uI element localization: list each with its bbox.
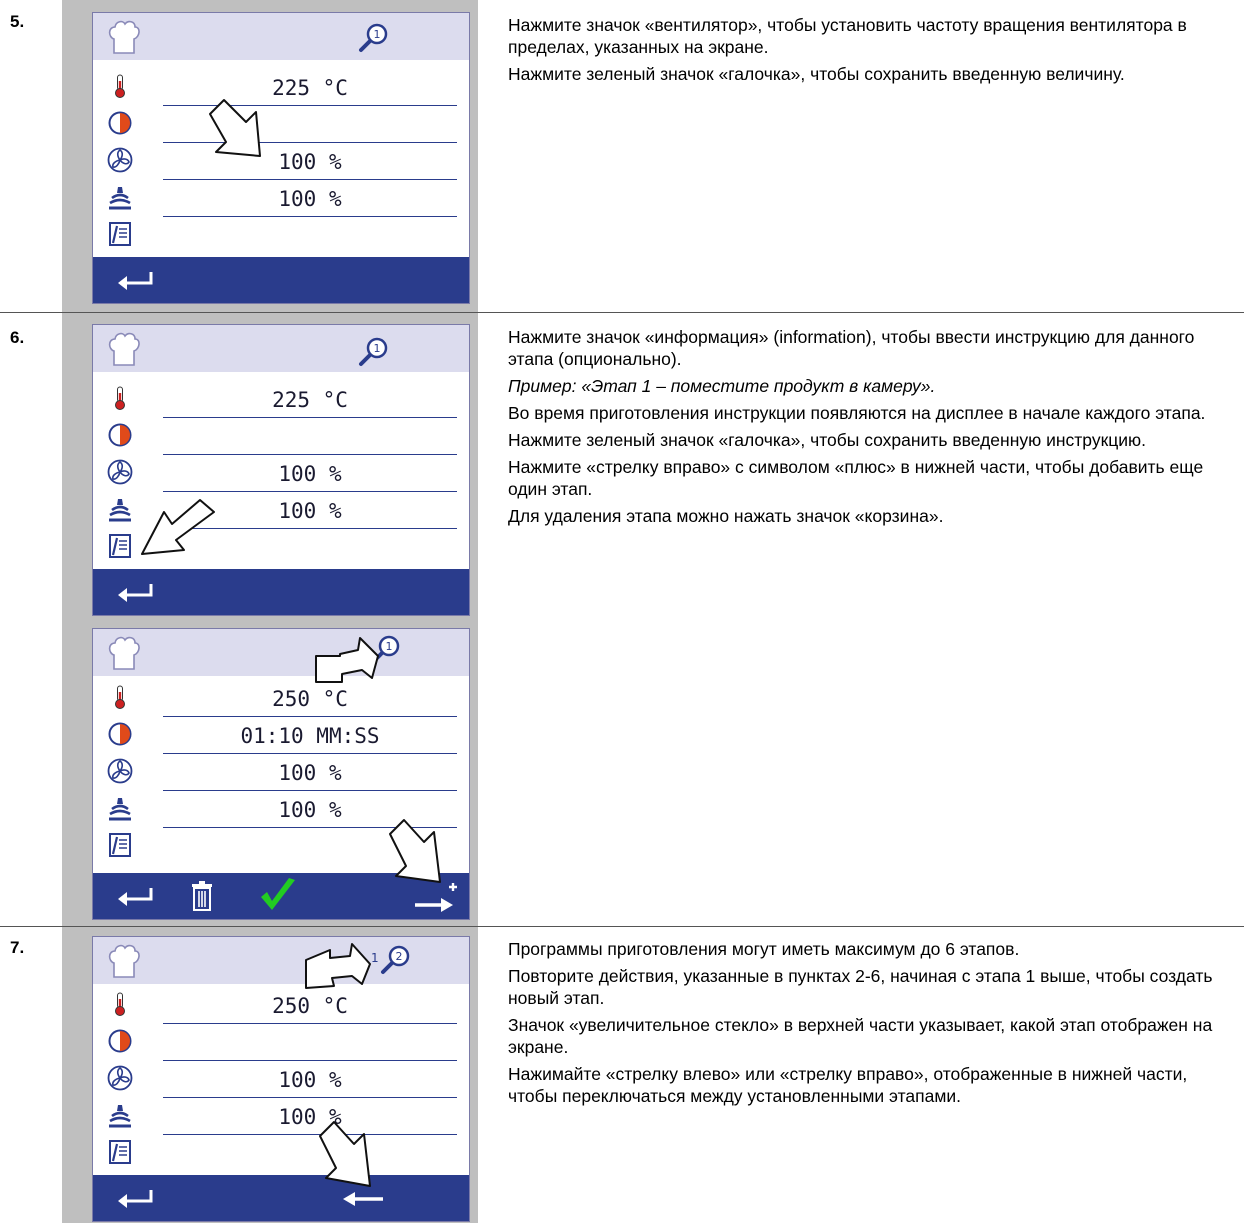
screen-header: 1 bbox=[93, 325, 469, 372]
paragraph: Нажмите зеленый значок «галочка», чтобы … bbox=[508, 64, 1125, 84]
temperature-value: 250 °C bbox=[272, 687, 348, 711]
humidity-icon bbox=[109, 1105, 131, 1128]
chef-hat-icon bbox=[108, 332, 140, 366]
trash-icon[interactable] bbox=[191, 881, 213, 911]
paragraph: Нажмите значок «вентилятор», чтобы устан… bbox=[508, 15, 1187, 57]
humidity-icon bbox=[109, 499, 131, 522]
checkmark-icon[interactable] bbox=[258, 877, 298, 915]
info-icon bbox=[109, 222, 131, 246]
fan-row[interactable]: 100 % bbox=[93, 1061, 469, 1098]
time-row[interactable] bbox=[93, 418, 469, 455]
stage-magnifier-icon[interactable]: 2 bbox=[379, 944, 411, 976]
paragraph: Повторите действия, указанные в пунктах … bbox=[508, 966, 1213, 1008]
step-7-text: Программы приготовления могут иметь макс… bbox=[508, 938, 1236, 1112]
humidity-row[interactable]: 100 % bbox=[93, 1098, 469, 1135]
stage-number: 1 bbox=[374, 342, 381, 355]
humidity-value: 100 % bbox=[278, 187, 342, 211]
pointer-arrow bbox=[209, 99, 261, 157]
time-value: 01:10 MM:SS bbox=[240, 724, 380, 748]
paragraph: Значок «увеличительное стекло» в верхней… bbox=[508, 1015, 1213, 1057]
temperature-value: 250 °C bbox=[272, 994, 348, 1018]
fan-value: 100 % bbox=[278, 462, 342, 486]
thermometer-icon bbox=[115, 386, 125, 410]
paragraph: Нажмите зеленый значок «галочка», чтобы … bbox=[508, 430, 1147, 450]
screen-header: 2 1 bbox=[93, 937, 469, 984]
timer-icon bbox=[108, 423, 132, 447]
fan-icon bbox=[107, 459, 133, 485]
stage-number: 1 bbox=[386, 640, 393, 653]
temperature-row[interactable]: 250 °C bbox=[93, 987, 469, 1024]
back-arrow-icon[interactable] bbox=[115, 581, 155, 603]
timer-icon bbox=[108, 111, 132, 135]
humidity-icon bbox=[109, 187, 131, 210]
fan-row[interactable]: 100 % bbox=[93, 455, 469, 492]
time-row[interactable]: 01:10 MM:SS bbox=[93, 717, 469, 754]
step-6-text: Нажмите значок «информация» (information… bbox=[508, 326, 1236, 532]
fan-value: 100 % bbox=[278, 1068, 342, 1092]
timer-icon bbox=[108, 722, 132, 746]
chef-hat-icon bbox=[108, 636, 140, 670]
paragraph: Нажмите значок «информация» (information… bbox=[508, 327, 1195, 369]
fan-icon bbox=[107, 147, 133, 173]
temperature-value: 225 °C bbox=[272, 76, 348, 100]
thermometer-icon bbox=[115, 992, 125, 1016]
screen-footer bbox=[93, 257, 469, 303]
info-icon bbox=[109, 833, 131, 857]
stage-magnifier-icon[interactable]: 1 bbox=[357, 22, 389, 54]
stage-number: 1 bbox=[374, 28, 381, 41]
oven-screen: 1 225 °C 100 % 100 % bbox=[92, 324, 470, 616]
paragraph: Во время приготовления инструкции появля… bbox=[508, 403, 1206, 423]
step-number: 7. bbox=[10, 938, 25, 957]
info-icon bbox=[109, 534, 131, 558]
oven-screen: 1 225 °C 100 % 100 % bbox=[92, 12, 470, 304]
thermometer-icon bbox=[115, 685, 125, 709]
pointer-arrow bbox=[315, 637, 379, 683]
step-number: 6. bbox=[10, 328, 25, 347]
temperature-row[interactable]: 225 °C bbox=[93, 69, 469, 106]
fan-icon bbox=[107, 758, 133, 784]
time-row[interactable] bbox=[93, 106, 469, 143]
fan-row[interactable]: 100 % bbox=[93, 143, 469, 180]
stage-number: 2 bbox=[396, 950, 403, 963]
paragraph: Программы приготовления могут иметь макс… bbox=[508, 939, 1020, 959]
pointer-arrow bbox=[141, 499, 215, 555]
paragraph: Для удаления этапа можно нажать значок «… bbox=[508, 506, 944, 526]
info-row[interactable] bbox=[93, 217, 469, 254]
humidity-icon bbox=[109, 798, 131, 821]
fan-row[interactable]: 100 % bbox=[93, 754, 469, 791]
back-arrow-icon[interactable] bbox=[115, 269, 155, 291]
thermometer-icon bbox=[115, 74, 125, 98]
screen-footer bbox=[93, 569, 469, 615]
fan-icon bbox=[107, 1065, 133, 1091]
paragraph: Нажимайте «стрелку влево» или «стрелку в… bbox=[508, 1064, 1188, 1106]
temperature-row[interactable]: 225 °C bbox=[93, 381, 469, 418]
chef-hat-icon bbox=[108, 20, 140, 54]
pointer-arrow bbox=[389, 819, 441, 883]
paragraph: Нажмите «стрелку вправо» с символом «плю… bbox=[508, 457, 1204, 499]
time-row[interactable] bbox=[93, 1024, 469, 1061]
oven-screen: 2 1 250 °C 100 % 100 % bbox=[92, 936, 470, 1222]
humidity-value: 100 % bbox=[278, 1105, 342, 1129]
screen-footer bbox=[93, 1175, 469, 1221]
chef-hat-icon bbox=[108, 944, 140, 978]
temperature-value: 225 °C bbox=[272, 388, 348, 412]
pointer-arrow bbox=[319, 1121, 371, 1187]
temperature-row[interactable]: 250 °C bbox=[93, 680, 469, 717]
screen-header: 1 bbox=[93, 13, 469, 60]
stage-magnifier-icon[interactable]: 1 bbox=[357, 336, 389, 368]
info-icon bbox=[109, 1140, 131, 1164]
pointer-arrow bbox=[305, 943, 371, 989]
back-arrow-icon[interactable] bbox=[115, 1187, 155, 1209]
humidity-row[interactable]: 100 % bbox=[93, 180, 469, 217]
fan-value: 100 % bbox=[278, 761, 342, 785]
back-arrow-icon[interactable] bbox=[115, 885, 155, 907]
step-5-text: Нажмите значок «вентилятор», чтобы устан… bbox=[508, 14, 1236, 90]
example-paragraph: Пример: «Этап 1 – поместите продукт в ка… bbox=[508, 376, 936, 396]
screen-header: 1 bbox=[93, 629, 469, 676]
timer-icon bbox=[108, 1029, 132, 1053]
step-number: 5. bbox=[10, 12, 25, 31]
info-row[interactable] bbox=[93, 1135, 469, 1172]
